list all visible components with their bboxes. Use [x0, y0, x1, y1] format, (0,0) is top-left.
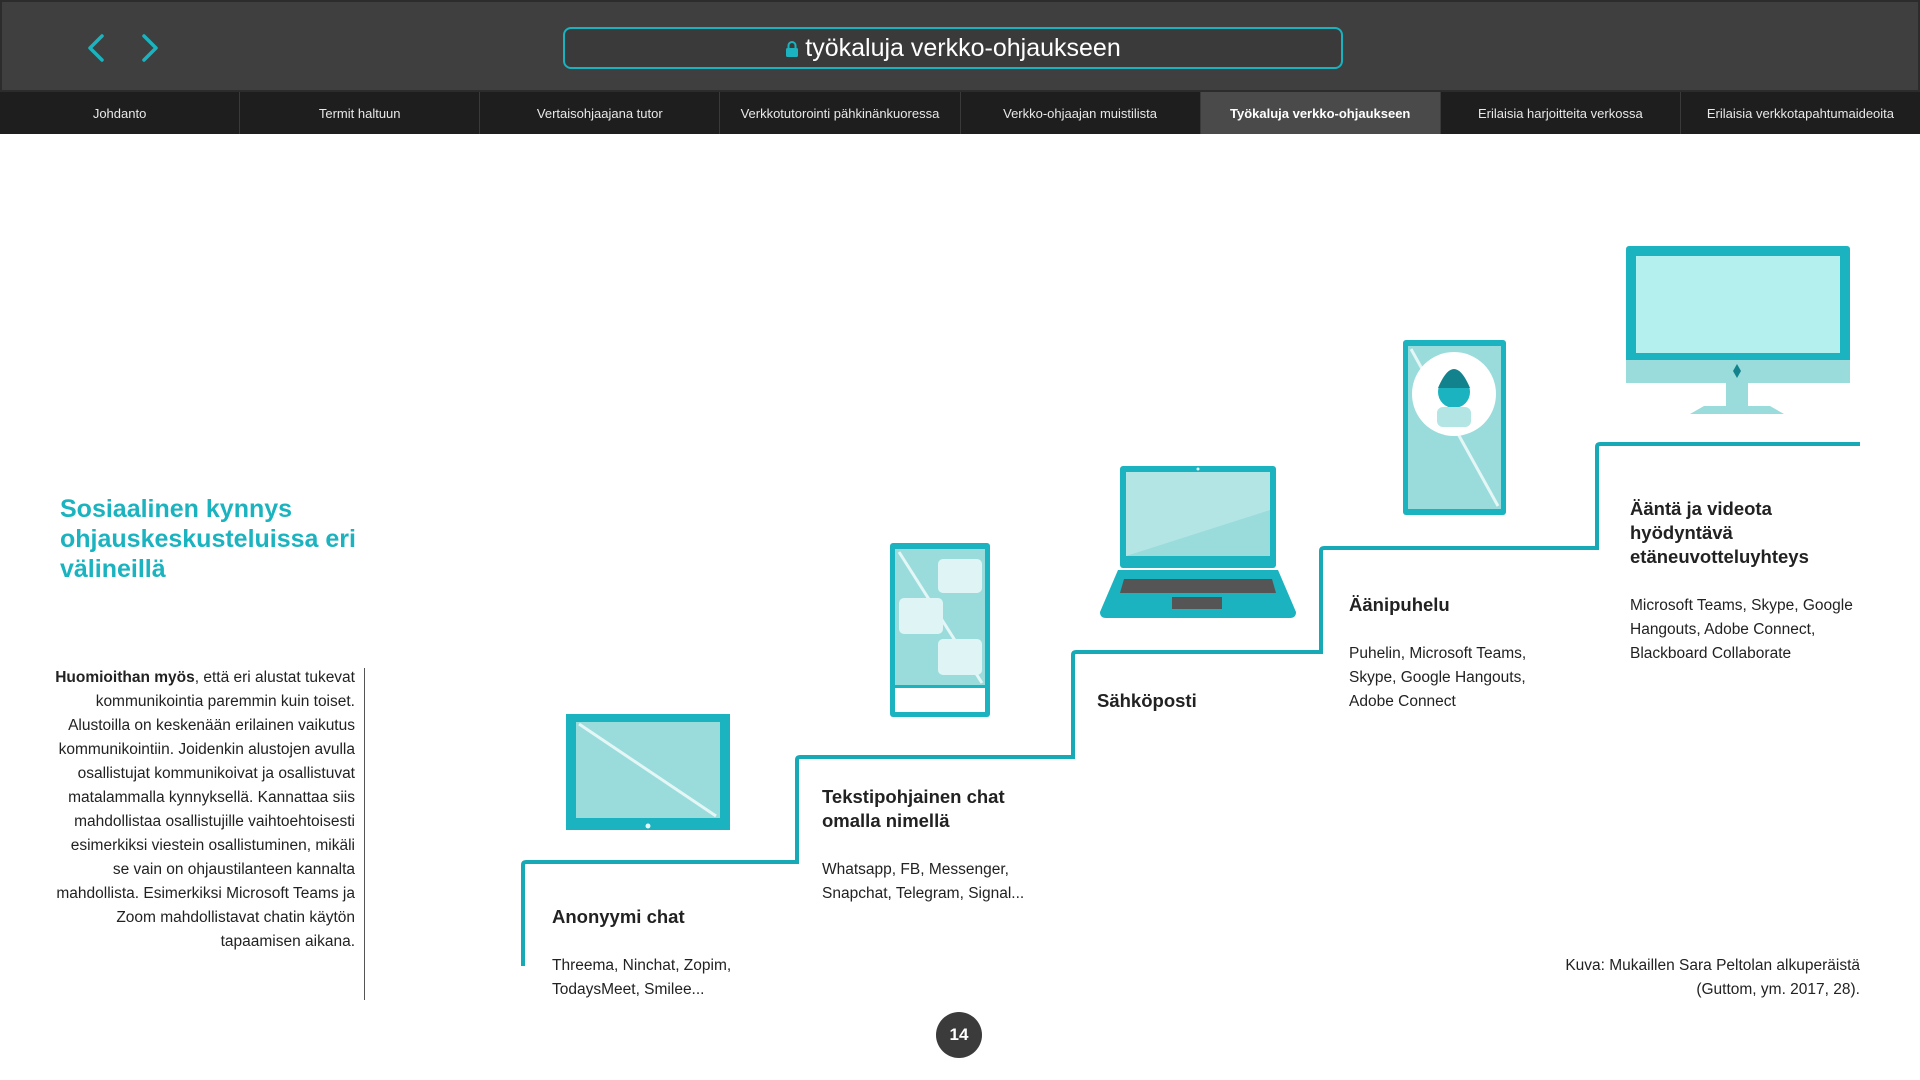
tab-johdanto[interactable]: Johdanto	[0, 92, 241, 134]
tab-muistilista[interactable]: Verkko-ohjaajan muistilista	[961, 92, 1201, 134]
page-title: Sosiaalinen kynnys ohjauskeskusteluissa …	[60, 495, 356, 583]
lock-icon	[786, 41, 799, 57]
url-bar[interactable]: työkaluja verkko-ohjaukseen	[563, 27, 1343, 69]
step-text-chat-title: Tekstipohjainen chat omalla nimellä	[822, 786, 1005, 831]
tablet-icon	[566, 714, 730, 830]
desktop-monitor-icon	[1626, 246, 1850, 414]
phone-call-icon	[1403, 340, 1506, 515]
step-voice-call-title: Äänipuhelu	[1349, 594, 1450, 615]
tab-vertaisohjaajana-tutor[interactable]: Vertaisohjaajana tutor	[480, 92, 721, 134]
forward-button[interactable]	[128, 26, 168, 70]
image-credit: Kuva: Mukaillen Sara Peltolan alkuperäis…	[1565, 957, 1860, 998]
phone-chat-icon	[890, 543, 990, 717]
step-video-conference-title: Ääntä ja videota hyödyntävä etäneuvottel…	[1630, 498, 1809, 567]
tab-harjoitteita[interactable]: Erilaisia harjoitteita verkossa	[1441, 92, 1681, 134]
tab-verkkotapahtumaideoita[interactable]: Erilaisia verkkotapahtumaideoita	[1681, 92, 1920, 134]
back-button[interactable]	[78, 26, 118, 70]
page-number: 14	[936, 1012, 982, 1058]
step-video-conference-desc: Microsoft Teams, Skype, Google Hangouts,…	[1630, 597, 1853, 662]
tab-bar: Johdanto Termit haltuun Vertaisohjaajana…	[0, 92, 1920, 134]
laptop-icon	[1100, 466, 1296, 618]
browser-bar: työkaluja verkko-ohjaukseen	[0, 0, 1920, 92]
step-text-chat-desc: Whatsapp, FB, Messenger, Snapchat, Teleg…	[822, 861, 1025, 902]
tab-termit-haltuun[interactable]: Termit haltuun	[240, 92, 481, 134]
step-voice-call-desc: Puhelin, Microsoft Teams, Skype, Google …	[1349, 645, 1527, 710]
tab-verkkotutorointi[interactable]: Verkkotutorointi pähkinänkuoressa	[720, 92, 961, 134]
note-body: , että eri alustat tukevat kommunikointi…	[56, 669, 355, 950]
step-email-title: Sähköposti	[1097, 690, 1197, 711]
step-anonymous-chat-title: Anonyymi chat	[552, 906, 685, 927]
url-title: työkaluja verkko-ohjaukseen	[805, 33, 1121, 62]
chevron-right-icon	[142, 34, 158, 62]
chevron-left-icon	[88, 34, 104, 62]
note-text: Huomioithan myös, että eri alustat tukev…	[55, 666, 355, 954]
note-bold: Huomioithan myös	[55, 669, 195, 686]
note-divider	[364, 668, 365, 1000]
tab-tyokaluja[interactable]: Työkaluja verkko-ohjaukseen	[1200, 92, 1441, 134]
step-anonymous-chat-desc: Threema, Ninchat, Zopim, TodaysMeet, Smi…	[552, 957, 732, 998]
